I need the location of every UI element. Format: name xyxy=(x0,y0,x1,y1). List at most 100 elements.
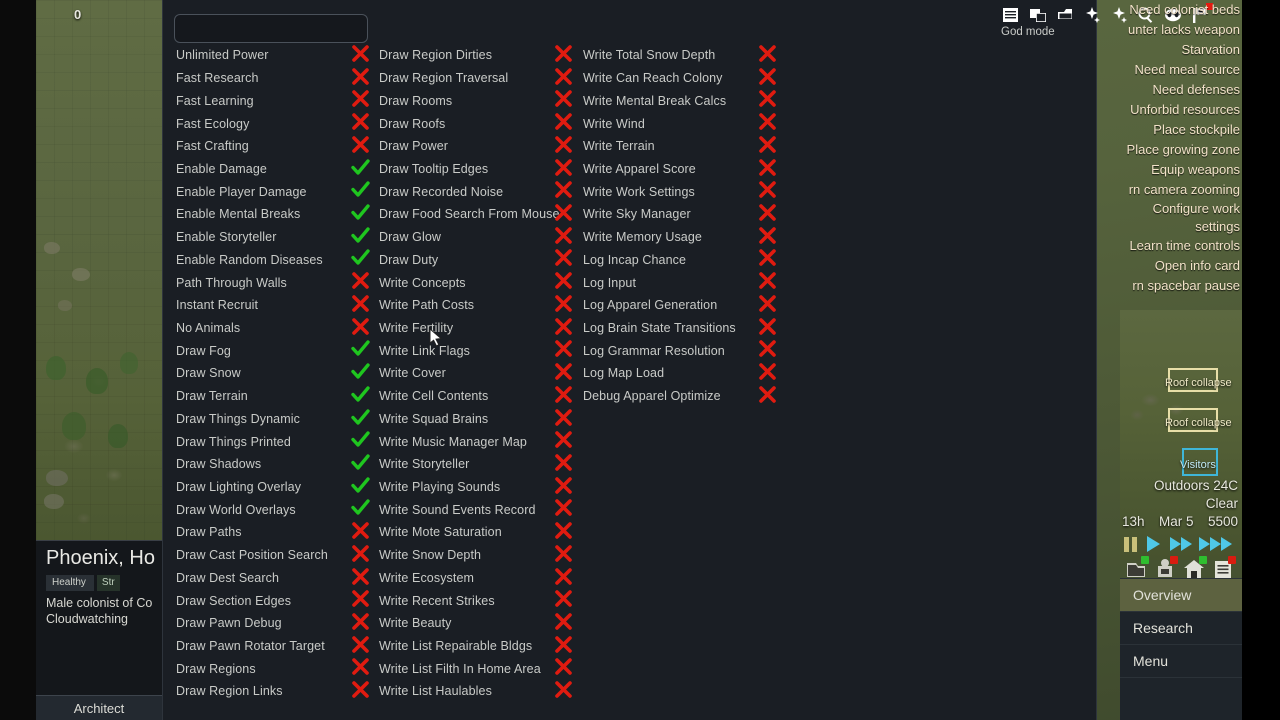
cross-icon[interactable] xyxy=(552,363,574,380)
debug-option-row[interactable]: Write Recent Strikes xyxy=(379,589,579,612)
debug-option-row[interactable]: Draw Regions xyxy=(176,657,376,680)
cross-icon[interactable] xyxy=(552,340,574,358)
debug-option-row[interactable]: Unlimited Power xyxy=(176,44,376,67)
checkmark-icon[interactable] xyxy=(349,340,371,357)
debug-option-row[interactable]: Write Sky Manager xyxy=(583,203,783,226)
debug-option-row[interactable]: Fast Learning xyxy=(176,89,376,112)
debug-option-row[interactable]: Draw Duty xyxy=(379,248,579,271)
debug-option-row[interactable]: Draw Region Links xyxy=(176,680,376,703)
debug-option-row[interactable]: Draw World Overlays xyxy=(176,498,376,521)
alert-item[interactable]: Open info card xyxy=(1120,256,1242,276)
debug-option-row[interactable]: Write List Repairable Bldgs xyxy=(379,635,579,658)
debug-option-row[interactable]: Draw Snow xyxy=(176,362,376,385)
debug-option-row[interactable]: Write Concepts xyxy=(379,271,579,294)
cross-icon[interactable] xyxy=(349,681,371,698)
debug-option-row[interactable]: Draw Rooms xyxy=(379,89,579,112)
cross-icon[interactable] xyxy=(349,136,371,153)
log-list-icon[interactable] xyxy=(1001,5,1021,25)
debug-option-row[interactable]: Write Squad Brains xyxy=(379,408,579,431)
cross-icon[interactable] xyxy=(756,249,778,267)
debug-option-row[interactable]: Write Sound Events Record xyxy=(379,498,579,521)
debug-option-row[interactable]: Draw Terrain xyxy=(176,385,376,408)
checkmark-icon[interactable] xyxy=(349,363,371,380)
cross-icon[interactable] xyxy=(756,385,778,403)
cross-icon[interactable] xyxy=(552,522,574,539)
checkmark-icon[interactable] xyxy=(349,249,371,266)
pause-button[interactable] xyxy=(1124,536,1137,552)
cross-icon[interactable] xyxy=(552,681,574,698)
debug-option-row[interactable]: Write Cell Contents xyxy=(379,385,579,408)
cross-icon[interactable] xyxy=(552,249,574,267)
debug-option-row[interactable]: Write Link Flags xyxy=(379,339,579,362)
debug-option-row[interactable]: Write Wind xyxy=(583,112,783,135)
cross-icon[interactable] xyxy=(552,431,574,449)
debug-option-row[interactable]: Log Map Load xyxy=(583,362,783,385)
cross-icon[interactable] xyxy=(349,658,371,676)
debug-option-row[interactable]: Enable Random Diseases xyxy=(176,248,376,271)
debug-option-row[interactable]: Log Apparel Generation xyxy=(583,294,783,317)
cross-icon[interactable] xyxy=(552,113,574,130)
health-badge[interactable]: Healthy xyxy=(46,575,94,591)
cross-icon[interactable] xyxy=(756,340,778,358)
cross-icon[interactable] xyxy=(349,90,371,108)
debug-option-row[interactable]: Draw Recorded Noise xyxy=(379,180,579,203)
checkmark-icon[interactable] xyxy=(349,431,371,448)
tab-menu[interactable]: Menu xyxy=(1120,644,1242,677)
search-input[interactable] xyxy=(174,14,368,43)
debug-option-row[interactable]: Draw Things Dynamic xyxy=(176,408,376,431)
checkmark-icon[interactable] xyxy=(349,454,371,471)
package-icon[interactable] xyxy=(1055,5,1075,25)
checkmark-icon[interactable] xyxy=(349,386,371,403)
cross-icon[interactable] xyxy=(349,635,371,653)
cross-icon[interactable] xyxy=(552,136,574,153)
debug-option-row[interactable]: Draw Cast Position Search xyxy=(176,544,376,567)
alert-item[interactable]: rn camera zooming xyxy=(1120,180,1242,200)
alert-item[interactable]: Need defenses xyxy=(1120,80,1242,100)
cross-icon[interactable] xyxy=(756,158,778,176)
debug-option-row[interactable]: Write Fertility xyxy=(379,317,579,340)
cross-icon[interactable] xyxy=(552,181,574,199)
alert-item[interactable]: Need meal source xyxy=(1120,60,1242,80)
cross-icon[interactable] xyxy=(552,590,574,608)
debug-option-row[interactable]: Write Apparel Score xyxy=(583,158,783,181)
cross-icon[interactable] xyxy=(756,204,778,221)
debug-option-row[interactable]: Draw Paths xyxy=(176,521,376,544)
debug-option-row[interactable]: Write Ecosystem xyxy=(379,567,579,590)
alert-item[interactable]: Need colonist beds xyxy=(1120,0,1242,20)
debug-option-row[interactable]: Draw Fog xyxy=(176,339,376,362)
cross-icon[interactable] xyxy=(552,613,574,630)
cross-icon[interactable] xyxy=(552,45,574,62)
debug-option-row[interactable]: Write Mental Break Calcs xyxy=(583,89,783,112)
fast-forward-button[interactable] xyxy=(1170,537,1192,551)
cross-icon[interactable] xyxy=(756,226,778,244)
alert-item[interactable]: unter lacks weapon xyxy=(1120,20,1242,40)
alert-item[interactable]: Place growing zone xyxy=(1120,140,1242,160)
cross-icon[interactable] xyxy=(756,67,778,85)
debug-option-row[interactable]: Fast Research xyxy=(176,67,376,90)
cross-icon[interactable] xyxy=(756,90,778,108)
checkmark-icon[interactable] xyxy=(349,204,371,221)
tab-research[interactable]: Research xyxy=(1120,611,1242,644)
debug-option-row[interactable]: Write Playing Sounds xyxy=(379,476,579,499)
tab-overview[interactable]: Overview xyxy=(1120,578,1242,611)
checkmark-icon[interactable] xyxy=(349,227,371,244)
debug-option-row[interactable]: Enable Player Damage xyxy=(176,180,376,203)
debug-option-row[interactable]: Draw Pawn Debug xyxy=(176,612,376,635)
cross-icon[interactable] xyxy=(552,635,574,653)
cross-icon[interactable] xyxy=(552,317,574,335)
debug-option-row[interactable]: Write Mote Saturation xyxy=(379,521,579,544)
checkmark-icon[interactable] xyxy=(349,476,371,494)
debug-option-row[interactable]: Draw Lighting Overlay xyxy=(176,476,376,499)
debug-option-row[interactable]: Log Input xyxy=(583,271,783,294)
checkmark-icon[interactable] xyxy=(349,158,371,176)
cross-icon[interactable] xyxy=(349,545,371,562)
debug-option-row[interactable]: Write List Haulables xyxy=(379,680,579,703)
debug-option-row[interactable]: Write Can Reach Colony xyxy=(583,67,783,90)
debug-option-row[interactable]: Draw Roofs xyxy=(379,112,579,135)
debug-option-row[interactable]: Draw Section Edges xyxy=(176,589,376,612)
debug-option-row[interactable]: Log Grammar Resolution xyxy=(583,339,783,362)
pawn-info-card[interactable]: Phoenix, Ho Healthy Str Male colonist of… xyxy=(36,540,162,720)
cross-icon[interactable] xyxy=(552,408,574,426)
cross-icon[interactable] xyxy=(756,113,778,130)
debug-option-row[interactable]: Path Through Walls xyxy=(176,271,376,294)
